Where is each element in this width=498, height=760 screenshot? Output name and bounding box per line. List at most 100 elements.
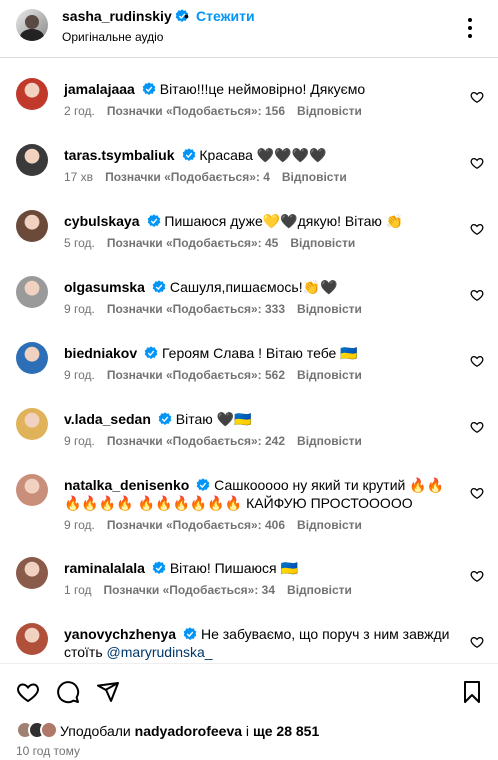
comment-likes[interactable]: Позначки «Подобається»: 406 bbox=[107, 518, 285, 532]
reply-button[interactable]: Відповісти bbox=[290, 236, 355, 250]
save-bookmark-icon[interactable] bbox=[460, 680, 484, 704]
comment-text: Вітаю 🖤🇺🇦 bbox=[175, 411, 252, 427]
comment-likes[interactable]: Позначки «Подобається»: 333 bbox=[107, 302, 285, 316]
comment-body: taras.tsymbaliuk Красава 🖤🖤🖤🖤 bbox=[64, 146, 459, 164]
comment-like-heart-icon[interactable] bbox=[470, 486, 484, 500]
commenter-username[interactable]: taras.tsymbaliuk bbox=[64, 147, 175, 163]
comment-icon[interactable] bbox=[56, 680, 80, 704]
like-heart-icon[interactable] bbox=[16, 680, 40, 704]
commenter-username[interactable]: yanovychzhenya bbox=[64, 626, 176, 642]
liked-by-text: Уподобали nadyadorofeeva і ще 28 851 bbox=[60, 723, 320, 739]
reply-button[interactable]: Відповісти bbox=[282, 170, 347, 184]
commenter-username[interactable]: cybulskaya bbox=[64, 213, 140, 229]
comment-body: raminalalala Вітаю! Пишаюся 🇺🇦 bbox=[64, 559, 459, 577]
comment-text: Вітаю! Пишаюся 🇺🇦 bbox=[169, 560, 298, 576]
commenter-avatar[interactable] bbox=[16, 210, 48, 242]
comment-text: Красава 🖤🖤🖤🖤 bbox=[199, 147, 327, 163]
commenter-username[interactable]: v.lada_sedan bbox=[64, 411, 151, 427]
commenter-avatar[interactable] bbox=[16, 408, 48, 440]
comment-text: Вітаю!!!це неймовірно! Дякуємо bbox=[159, 81, 366, 97]
commenter-avatar[interactable] bbox=[16, 78, 48, 110]
comment-like-heart-icon[interactable] bbox=[470, 288, 484, 302]
comment-item: natalka_denisenko Сашкооооо ну який ти к… bbox=[0, 454, 498, 532]
comment-body: yanovychzhenya Не забуваємо, що поруч з … bbox=[64, 625, 459, 661]
verified-badge-icon bbox=[196, 478, 210, 492]
reply-button[interactable]: Відповісти bbox=[287, 583, 352, 597]
post-actions: Уподобали nadyadorofeeva і ще 28 851 10 … bbox=[0, 663, 498, 760]
commenter-username[interactable]: olgasumska bbox=[64, 279, 145, 295]
follow-button[interactable]: Стежити bbox=[196, 8, 255, 24]
comment-item: cybulskaya Пишаюся дуже💛🖤дякую! Вітаю 👏 5… bbox=[0, 190, 498, 256]
comment-text: Сашуля,пишаємось!👏🖤 bbox=[169, 279, 338, 295]
comment-time[interactable]: 9 год. bbox=[64, 302, 95, 316]
verified-badge-icon bbox=[142, 82, 156, 96]
comment-meta: 2 год. Позначки «Подобається»: 156 Відпові… bbox=[64, 104, 374, 118]
verified-badge-icon bbox=[152, 561, 166, 575]
liked-by-row: Уподобали nadyadorofeeva і ще 28 851 bbox=[16, 720, 486, 740]
commenter-avatar[interactable] bbox=[16, 557, 48, 589]
comment-likes[interactable]: Позначки «Подобається»: 242 bbox=[107, 434, 285, 448]
comment-time[interactable]: 1 год bbox=[64, 583, 92, 597]
post-timestamp[interactable]: 10 год тому bbox=[16, 744, 80, 758]
original-audio-link[interactable]: Оригінальне аудіо bbox=[62, 30, 163, 44]
liked-by-others-link[interactable]: ще 28 851 bbox=[253, 723, 319, 739]
comment-meta: 9 год. Позначки «Подобається»: 562 Відпові… bbox=[64, 368, 374, 382]
commenter-avatar[interactable] bbox=[16, 276, 48, 308]
comment-likes[interactable]: Позначки «Подобається»: 34 bbox=[104, 583, 275, 597]
comment-item: taras.tsymbaliuk Красава 🖤🖤🖤🖤 17 хв Познач… bbox=[0, 124, 498, 190]
commenter-username[interactable]: raminalalala bbox=[64, 560, 145, 576]
liker-avatar[interactable] bbox=[40, 721, 58, 739]
comment-time[interactable]: 17 хв bbox=[64, 170, 93, 184]
verified-badge-icon bbox=[144, 346, 158, 360]
comment-like-heart-icon[interactable] bbox=[470, 635, 484, 649]
comment-meta: 5 год. Позначки «Подобається»: 45 Відповіс… bbox=[64, 236, 367, 250]
author-avatar[interactable] bbox=[16, 9, 48, 41]
comment-like-heart-icon[interactable] bbox=[470, 90, 484, 104]
comment-time[interactable]: 5 год. bbox=[64, 236, 95, 250]
reply-button[interactable]: Відповісти bbox=[297, 368, 362, 382]
verified-badge-icon bbox=[183, 627, 197, 641]
comment-like-heart-icon[interactable] bbox=[470, 156, 484, 170]
more-options-icon[interactable] bbox=[458, 16, 482, 40]
comment-time[interactable]: 9 год. bbox=[64, 434, 95, 448]
share-icon[interactable] bbox=[96, 680, 120, 704]
verified-badge-icon bbox=[182, 148, 195, 162]
verified-badge-icon bbox=[152, 280, 166, 294]
commenter-username[interactable]: natalka_denisenko bbox=[64, 477, 189, 493]
comment-likes[interactable]: Позначки «Подобається»: 45 bbox=[107, 236, 278, 250]
liked-by-user-link[interactable]: nadyadorofeeva bbox=[135, 723, 242, 739]
reply-button[interactable]: Відповісти bbox=[297, 518, 362, 532]
comment-text: Пишаюся дуже💛🖤дякую! Вітаю 👏 bbox=[164, 213, 404, 229]
comment-like-heart-icon[interactable] bbox=[470, 420, 484, 434]
comment-likes[interactable]: Позначки «Подобається»: 562 bbox=[107, 368, 285, 382]
comment-item: yanovychzhenya Не забуваємо, що поруч з … bbox=[0, 603, 498, 663]
commenter-avatar[interactable] bbox=[16, 623, 48, 655]
comment-like-heart-icon[interactable] bbox=[470, 222, 484, 236]
comment-time[interactable]: 9 год. bbox=[64, 368, 95, 382]
commenter-username[interactable]: biedniakov bbox=[64, 345, 137, 361]
author-username[interactable]: sasha_rudinskiy bbox=[62, 8, 189, 24]
comment-likes[interactable]: Позначки «Подобається»: 156 bbox=[107, 104, 285, 118]
comment-like-heart-icon[interactable] bbox=[470, 354, 484, 368]
commenter-username[interactable]: jamalajaaa bbox=[64, 81, 135, 97]
comment-meta: 9 год. Позначки «Подобається»: 333 Відпові… bbox=[64, 302, 374, 316]
mention-link[interactable]: @maryrudinska_ bbox=[107, 644, 213, 660]
comment-body: cybulskaya Пишаюся дуже💛🖤дякую! Вітаю 👏 bbox=[64, 212, 459, 230]
commenter-avatar[interactable] bbox=[16, 144, 48, 176]
verified-badge-icon bbox=[158, 412, 172, 426]
reply-button[interactable]: Відповісти bbox=[297, 434, 362, 448]
comment-item: jamalajaaa Вітаю!!!це неймовірно! Дякуєм… bbox=[0, 58, 498, 124]
comment-like-heart-icon[interactable] bbox=[470, 569, 484, 583]
commenter-avatar[interactable] bbox=[16, 474, 48, 506]
reply-button[interactable]: Відповісти bbox=[297, 302, 362, 316]
comment-time[interactable]: 2 год. bbox=[64, 104, 95, 118]
comment-body: v.lada_sedan Вітаю 🖤🇺🇦 bbox=[64, 410, 459, 428]
reply-button[interactable]: Відповісти bbox=[297, 104, 362, 118]
comment-meta: 1 год Позначки «Подобається»: 34 Відповіст… bbox=[64, 583, 364, 597]
comments-list[interactable]: jamalajaaa Вітаю!!!це неймовірно! Дякуєм… bbox=[0, 58, 498, 663]
header-separator: • bbox=[184, 8, 189, 24]
comment-body: olgasumska Сашуля,пишаємось!👏🖤 bbox=[64, 278, 459, 296]
comment-likes[interactable]: Позначки «Подобається»: 4 bbox=[105, 170, 270, 184]
comment-time[interactable]: 9 год. bbox=[64, 518, 95, 532]
commenter-avatar[interactable] bbox=[16, 342, 48, 374]
